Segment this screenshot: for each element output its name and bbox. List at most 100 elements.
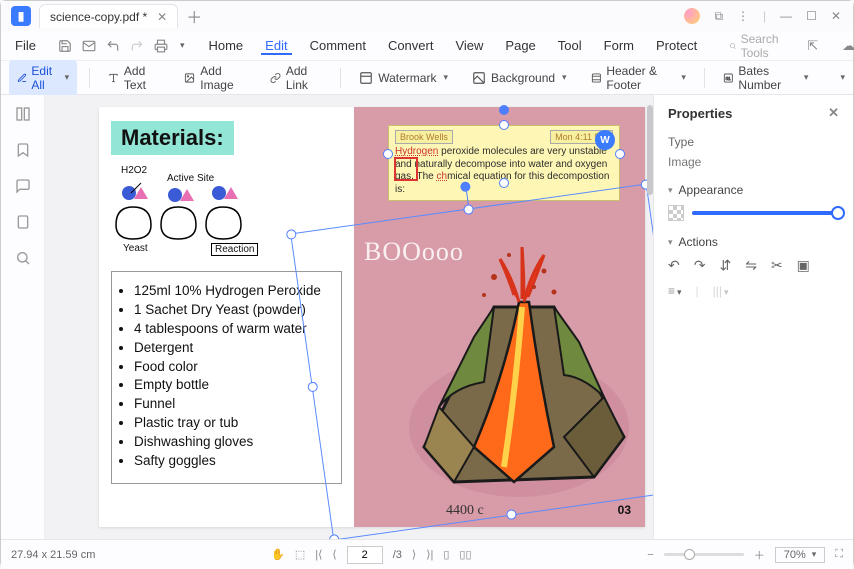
menu-edit[interactable]: Edit xyxy=(261,36,291,55)
zoom-in-icon[interactable]: ＋ xyxy=(754,547,765,563)
rotate-handle-icon[interactable] xyxy=(499,105,509,115)
zoom-slider[interactable] xyxy=(664,553,744,556)
rotate-right-icon[interactable]: ↷ xyxy=(694,257,706,274)
type-value: Image xyxy=(668,155,839,169)
slider-handle[interactable] xyxy=(831,206,845,220)
menu-home[interactable]: Home xyxy=(204,36,247,55)
note-author: Brook Wells xyxy=(395,130,453,144)
header-footer-button[interactable]: Header & Footer▾ xyxy=(585,60,692,96)
search-panel-icon[interactable] xyxy=(14,249,32,267)
window-minimize-icon[interactable]: — xyxy=(780,9,792,23)
diagram-sketch: H2O2 Active Site Yeast Reaction xyxy=(111,165,271,255)
svg-text:01: 01 xyxy=(725,76,730,81)
ai-icon[interactable] xyxy=(684,8,700,24)
resize-handle[interactable] xyxy=(463,204,474,215)
opacity-slider[interactable] xyxy=(692,211,839,215)
toolbar-overflow-icon[interactable]: ▾ xyxy=(840,72,845,83)
menu-form[interactable]: Form xyxy=(600,36,638,55)
quick-more-icon[interactable]: ▾ xyxy=(180,40,185,51)
fit-page-icon[interactable]: ⛶ xyxy=(835,548,843,561)
zoom-out-icon[interactable]: − xyxy=(647,549,653,561)
background-button[interactable]: Background▾ xyxy=(466,67,573,89)
page-number-text: 03 xyxy=(618,503,631,517)
bookmark-icon[interactable] xyxy=(14,141,32,159)
align-left-icon[interactable]: ≡▾ xyxy=(668,284,682,298)
menu-page[interactable]: Page xyxy=(501,36,539,55)
menu-protect[interactable]: Protect xyxy=(652,36,701,55)
list-item: Funnel xyxy=(134,395,333,414)
distribute-icon[interactable]: |||▾ xyxy=(713,284,729,298)
watermark-icon xyxy=(359,71,373,85)
new-tab-button[interactable]: ＋ xyxy=(186,4,202,28)
print-icon[interactable] xyxy=(154,39,168,53)
pdf-page: Materials: H2O2 Active Site Yeast Reacti… xyxy=(99,107,645,527)
window-maximize-icon[interactable]: ☐ xyxy=(806,9,817,23)
search-placeholder: Search Tools xyxy=(741,32,784,60)
select-tool-icon[interactable]: ⬚ xyxy=(295,548,305,561)
list-item: Dishwashing gloves xyxy=(134,433,333,452)
redo-icon[interactable] xyxy=(130,39,144,53)
add-image-button[interactable]: Add Image xyxy=(178,60,252,96)
undo-icon[interactable] xyxy=(106,39,120,53)
appearance-section-header[interactable]: ▾Appearance xyxy=(668,183,839,197)
menu-convert[interactable]: Convert xyxy=(384,36,438,55)
hand-tool-icon[interactable]: ✋ xyxy=(271,548,285,561)
statusbar: 27.94 x 21.59 cm ✋ ⬚ |⟨ ⟨ /3 ⟩ ⟩| ▯ ▯▯ −… xyxy=(1,539,853,569)
scrollbar[interactable] xyxy=(647,95,653,539)
resize-handle[interactable] xyxy=(286,229,297,240)
list-item: Detergent xyxy=(134,339,333,358)
menu-comment[interactable]: Comment xyxy=(306,36,370,55)
actions-section-header[interactable]: ▾Actions xyxy=(668,235,839,249)
single-page-icon[interactable]: ▯ xyxy=(443,548,449,561)
type-label: Type xyxy=(668,135,839,149)
tab-close-icon[interactable]: ✕ xyxy=(157,10,167,24)
last-page-icon[interactable]: ⟩| xyxy=(426,548,433,561)
prev-page-icon[interactable]: ⟨ xyxy=(332,548,336,561)
image-selection-box[interactable] xyxy=(290,183,653,539)
properties-panel: Properties ✕ Type Image ▾Appearance ▾Act… xyxy=(653,95,853,539)
watermark-button[interactable]: Watermark▾ xyxy=(353,67,454,89)
bates-number-button[interactable]: 01 Bates Number▾ xyxy=(717,60,815,96)
rotate-left-icon[interactable]: ↶ xyxy=(668,257,680,274)
add-text-button[interactable]: Add Text xyxy=(102,60,166,96)
mail-icon[interactable] xyxy=(82,39,96,53)
zoom-dropdown[interactable]: 70%▾ xyxy=(775,547,826,563)
edit-all-button[interactable]: Edit All▾ xyxy=(9,60,77,96)
first-page-icon[interactable]: |⟨ xyxy=(315,548,322,561)
thumbnails-icon[interactable] xyxy=(14,105,32,123)
resize-handle[interactable] xyxy=(307,381,318,392)
add-link-button[interactable]: Add Link xyxy=(264,60,329,96)
next-page-icon[interactable]: ⟩ xyxy=(412,548,416,561)
save-icon[interactable] xyxy=(58,39,72,53)
kebab-icon[interactable]: ⋮ xyxy=(737,9,749,23)
menu-view[interactable]: View xyxy=(451,36,487,55)
replace-image-icon[interactable]: ▣ xyxy=(797,257,810,274)
scrollbar-thumb[interactable] xyxy=(647,105,653,195)
text-icon xyxy=(108,71,119,85)
menu-tool[interactable]: Tool xyxy=(554,36,586,55)
share-icon[interactable]: ⧉ xyxy=(714,9,723,24)
open-external-icon[interactable]: ⇱ xyxy=(807,38,818,54)
word-badge-icon[interactable]: W xyxy=(595,130,615,150)
search-tools[interactable]: Search Tools xyxy=(729,32,783,60)
page-right-column: Brook Wells Mon 4:11 PM Hydrogen peroxid… xyxy=(354,107,645,527)
comment-panel-icon[interactable] xyxy=(14,177,32,195)
flip-horizontal-icon[interactable]: ⇋ xyxy=(745,257,757,274)
flip-vertical-icon[interactable]: ⇵ xyxy=(719,257,731,274)
close-panel-icon[interactable]: ✕ xyxy=(828,105,839,121)
page-input[interactable] xyxy=(347,546,383,564)
opacity-icon xyxy=(668,205,684,221)
canvas[interactable]: Materials: H2O2 Active Site Yeast Reacti… xyxy=(45,95,653,539)
resize-handle[interactable] xyxy=(506,509,517,520)
attachment-icon[interactable] xyxy=(14,213,32,231)
two-page-icon[interactable]: ▯▯ xyxy=(459,548,471,561)
zoom-slider-handle[interactable] xyxy=(684,549,695,560)
document-tab[interactable]: science-copy.pdf * ✕ xyxy=(39,4,178,28)
comment-note[interactable]: Brook Wells Mon 4:11 PM Hydrogen peroxid… xyxy=(388,125,620,201)
list-item: Plastic tray or tub xyxy=(134,414,333,433)
menu-file[interactable]: File xyxy=(11,36,40,55)
window-close-icon[interactable]: ✕ xyxy=(831,9,841,23)
crop-icon[interactable]: ✂ xyxy=(771,257,783,274)
cloud-icon[interactable]: ☁ xyxy=(842,38,854,54)
resize-handle[interactable] xyxy=(329,534,340,539)
